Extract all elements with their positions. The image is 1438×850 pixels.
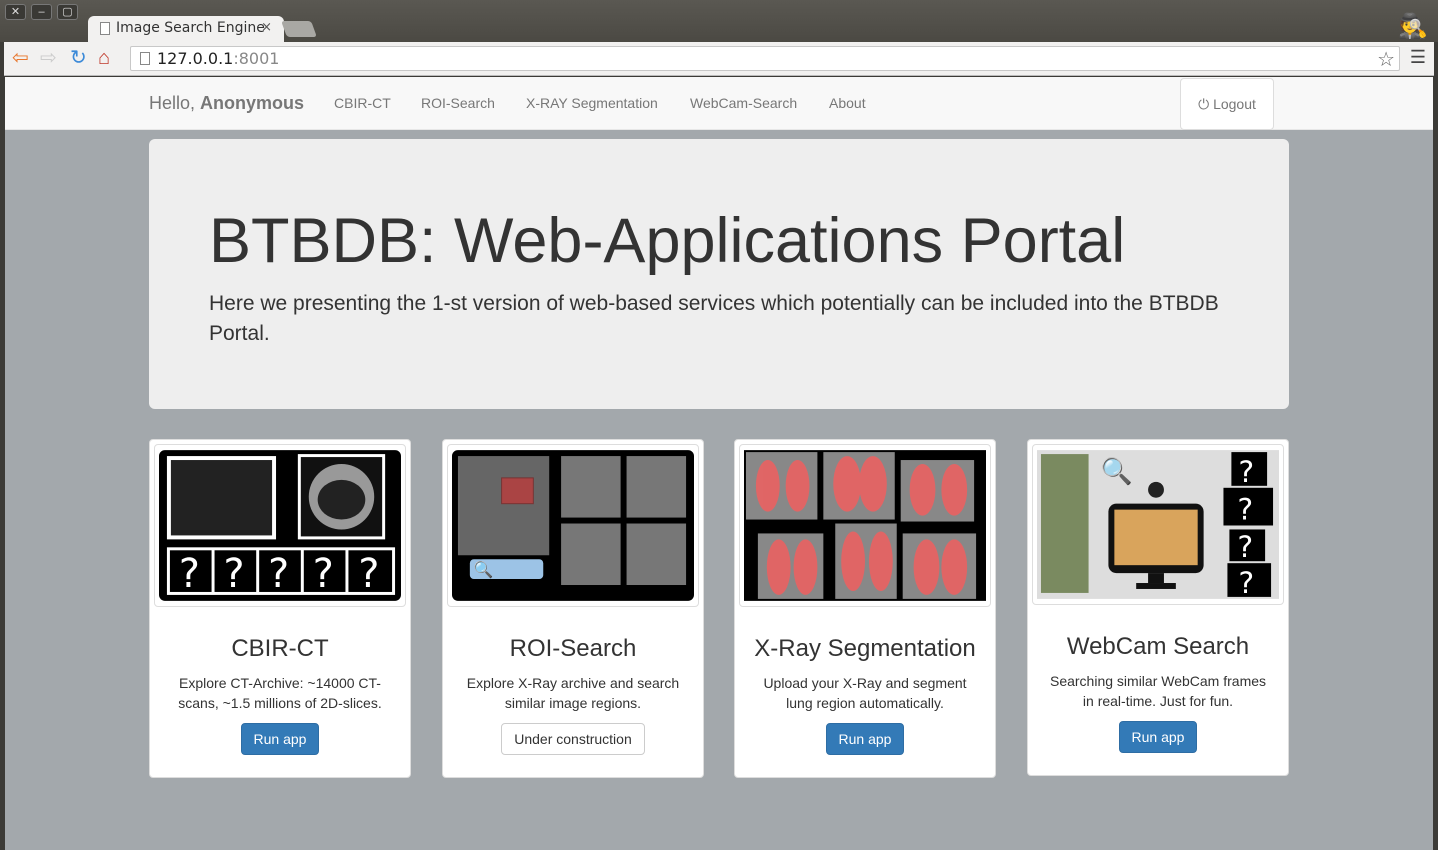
page-icon	[140, 52, 150, 65]
svg-text:?: ?	[313, 551, 334, 597]
svg-text:?: ?	[1237, 493, 1253, 528]
minimize-window-button[interactable]: –	[31, 4, 52, 20]
reload-icon[interactable]: ↻	[70, 47, 87, 69]
back-icon[interactable]: ⇦	[12, 47, 29, 69]
logout-button[interactable]: ⏻ Logout	[1180, 78, 1274, 130]
card-text: Searching similar WebCam frames in real-…	[1049, 673, 1267, 709]
card-title: ROI-Search	[509, 635, 637, 662]
address-bar[interactable]: 127.0.0.1:8001 ☆	[130, 46, 1400, 71]
logout-label: Logout	[1213, 96, 1256, 112]
url-port: :8001	[233, 49, 280, 68]
nav-webcam-search[interactable]: WebCam-Search	[690, 95, 797, 111]
svg-text:?: ?	[358, 551, 379, 597]
menu-icon[interactable]: ☰	[1410, 47, 1426, 68]
card-text: Explore CT-Archive: ~14000 CT-scans, ~1.…	[178, 675, 382, 711]
jumbotron: BTBDB: Web-Applications Portal Here we p…	[149, 139, 1289, 409]
run-app-button[interactable]: Run app	[1118, 721, 1198, 753]
svg-text:🔍: 🔍	[474, 559, 494, 579]
forward-icon[interactable]: ⇨	[40, 47, 57, 69]
page-intro: Here we presenting the 1-st version of w…	[209, 292, 1219, 345]
maximize-window-button[interactable]: ▢	[57, 4, 78, 20]
power-icon: ⏻	[1198, 96, 1210, 112]
greeting-text: Hello,	[149, 93, 201, 113]
bookmark-star-icon[interactable]: ☆	[1377, 47, 1395, 71]
username: Anonymous	[200, 93, 305, 113]
svg-text:?: ?	[223, 551, 244, 597]
ct-scan-image: ?????	[159, 450, 401, 601]
svg-text:?: ?	[1238, 455, 1254, 490]
card-text: Explore X-Ray archive and search similar…	[466, 675, 680, 711]
close-tab-icon[interactable]: ×	[261, 20, 272, 35]
svg-text:?: ?	[1238, 566, 1254, 600]
card-title: CBIR-CT	[231, 635, 329, 662]
run-app-button[interactable]: Run app	[240, 723, 320, 755]
browser-tab[interactable]: Image Search Engine ×	[88, 16, 284, 42]
url-host: 127.0.0.1	[157, 49, 234, 68]
svg-text:?: ?	[1237, 530, 1253, 565]
webcam-image: 🔍 ????	[1037, 450, 1279, 600]
incognito-icon: 🕵	[1398, 13, 1428, 40]
card-title: X-Ray Segmentation	[754, 635, 976, 662]
svg-text:?: ?	[179, 551, 200, 597]
roi-search-thumbnail: 🔍	[447, 444, 699, 607]
close-window-button[interactable]: ✕	[5, 4, 26, 20]
navbar: Hello, Anonymous CBIR-CT ROI-Search X-RA…	[5, 77, 1433, 130]
svg-text:?: ?	[268, 551, 289, 597]
window-titlebar: ✕ – ▢ Image Search Engine × 🕵	[0, 0, 1438, 42]
card-text: Upload your X-Ray and segment lung regio…	[763, 675, 967, 711]
svg-text:🔍: 🔍	[1100, 455, 1132, 486]
xray-roi-image: 🔍	[452, 450, 694, 601]
page-viewport: Hello, Anonymous CBIR-CT ROI-Search X-RA…	[5, 77, 1433, 850]
nav-cbir-ct[interactable]: CBIR-CT	[334, 95, 391, 111]
card-xray-segmentation: X-Ray Segmentation Upload your X-Ray and…	[734, 439, 996, 778]
xray-segmentation-thumbnail	[739, 444, 991, 607]
nav-xray-segmentation[interactable]: X-RAY Segmentation	[526, 95, 658, 111]
card-cbir-ct: ????? CBIR-CT Explore CT-Archive: ~14000…	[149, 439, 411, 778]
page-title: BTBDB: Web-Applications Portal	[209, 206, 1126, 276]
browser-toolbar: ⇦ ⇨ ↻ ⌂ 127.0.0.1:8001 ☆ ☰	[4, 42, 1434, 76]
run-app-button[interactable]: Run app	[825, 723, 905, 755]
webcam-search-thumbnail: 🔍 ????	[1032, 444, 1284, 605]
nav-about[interactable]: About	[829, 95, 866, 111]
tab-title: Image Search Engine	[116, 20, 265, 36]
card-webcam-search: 🔍 ???? WebCam Search Searching similar W…	[1027, 439, 1289, 776]
greeting: Hello, Anonymous	[149, 93, 304, 114]
under-construction-button[interactable]: Under construction	[501, 723, 645, 755]
page-icon	[100, 22, 110, 35]
lung-segmentation-image	[744, 450, 986, 601]
card-title: WebCam Search	[1066, 633, 1250, 660]
cbir-ct-thumbnail: ?????	[154, 444, 406, 607]
new-tab-button[interactable]	[281, 21, 317, 37]
nav-roi-search[interactable]: ROI-Search	[421, 95, 495, 111]
home-icon[interactable]: ⌂	[98, 47, 110, 69]
card-roi-search: 🔍 ROI-Search Explore X-Ray archive and s…	[442, 439, 704, 778]
